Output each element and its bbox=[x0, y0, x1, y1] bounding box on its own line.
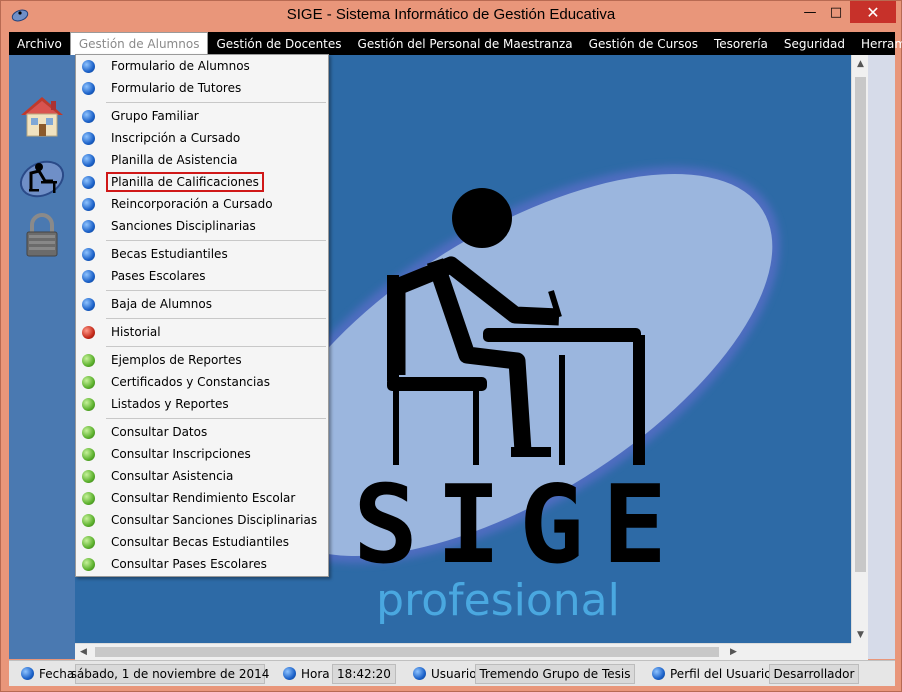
green-bullet-icon bbox=[82, 353, 95, 367]
app-window: SIGE - Sistema Informático de Gestión Ed… bbox=[0, 0, 902, 692]
scroll-up-icon[interactable]: ▲ bbox=[852, 55, 869, 72]
blue-bullet-icon bbox=[82, 109, 95, 123]
hora-value: 18:42:20 bbox=[332, 664, 396, 684]
menu-tesoreria[interactable]: Tesorería bbox=[706, 32, 776, 55]
menu-gestion-alumnos[interactable]: Gestión de Alumnos bbox=[69, 32, 209, 55]
fecha-value: sábado, 1 de noviembre de 2014 bbox=[71, 664, 269, 684]
scroll-left-icon[interactable]: ◀ bbox=[75, 644, 92, 660]
menu-item-reincorporacion-cursado[interactable]: Reincorporación a Cursado bbox=[76, 193, 328, 215]
menu-item-planilla-calificaciones[interactable]: Planilla de Calificaciones bbox=[76, 171, 328, 193]
menu-item-pases-escolares[interactable]: Pases Escolares bbox=[76, 265, 328, 287]
hora-label: Hora bbox=[301, 667, 330, 681]
menu-separator bbox=[106, 318, 326, 319]
menu-item-consultar-rendimiento-escolar[interactable]: Consultar Rendimiento Escolar bbox=[76, 487, 328, 509]
menu-archivo[interactable]: Archivo bbox=[9, 32, 70, 55]
menu-item-grupo-familiar[interactable]: Grupo Familiar bbox=[76, 105, 328, 127]
menu-item-consultar-inscripciones[interactable]: Consultar Inscripciones bbox=[76, 443, 328, 465]
menu-item-listados-reportes[interactable]: Listados y Reportes bbox=[76, 393, 328, 415]
menu-item-sanciones-disciplinarias[interactable]: Sanciones Disciplinarias bbox=[76, 215, 328, 237]
window-title: SIGE - Sistema Informático de Gestión Ed… bbox=[286, 6, 616, 23]
menu-gestion-personal-maestranza[interactable]: Gestión del Personal de Maestranza bbox=[350, 32, 581, 55]
home-icon[interactable] bbox=[17, 93, 67, 141]
scroll-right-icon[interactable]: ▶ bbox=[725, 644, 742, 660]
scroll-down-icon[interactable]: ▼ bbox=[852, 626, 869, 643]
menu-item-consultar-asistencia[interactable]: Consultar Asistencia bbox=[76, 465, 328, 487]
blue-bullet-icon bbox=[82, 59, 95, 73]
menu-item-consultar-sanciones-disciplinarias[interactable]: Consultar Sanciones Disciplinarias bbox=[76, 509, 328, 531]
perfil-status-icon bbox=[652, 667, 665, 680]
green-bullet-icon bbox=[82, 535, 95, 549]
green-bullet-icon bbox=[82, 557, 95, 571]
menu-seguridad[interactable]: Seguridad bbox=[776, 32, 853, 55]
blue-bullet-icon bbox=[82, 297, 95, 311]
menu-item-formulario-alumnos[interactable]: Formulario de Alumnos bbox=[76, 55, 328, 77]
blue-bullet-icon bbox=[82, 247, 95, 261]
menu-item-consultar-becas-estudiantiles[interactable]: Consultar Becas Estudiantiles bbox=[76, 531, 328, 553]
menu-item-consultar-pases-escolares[interactable]: Consultar Pases Escolares bbox=[76, 553, 328, 575]
menu-bar: Archivo Gestión de Alumnos Gestión de Do… bbox=[9, 32, 902, 55]
usuario-label: Usuario bbox=[431, 667, 477, 681]
blue-bullet-icon bbox=[82, 131, 95, 145]
logo-subtitle: profesional bbox=[376, 575, 620, 626]
gestion-alumnos-dropdown: Formulario de Alumnos Formulario de Tuto… bbox=[75, 54, 329, 577]
menu-item-historial[interactable]: Historial bbox=[76, 321, 328, 343]
menu-separator bbox=[106, 240, 326, 241]
menu-gestion-docentes[interactable]: Gestión de Docentes bbox=[208, 32, 349, 55]
menu-separator bbox=[106, 346, 326, 347]
padlock-icon[interactable] bbox=[17, 211, 67, 259]
usuario-value: Tremendo Grupo de Tesis bbox=[475, 664, 635, 684]
hora-status-icon bbox=[283, 667, 296, 680]
menu-item-becas-estudiantiles[interactable]: Becas Estudiantiles bbox=[76, 243, 328, 265]
menu-herramientas[interactable]: Herramientas bbox=[853, 32, 902, 55]
horizontal-scrollbar[interactable]: ◀ ▶ bbox=[75, 643, 851, 660]
maximize-button[interactable]: □ bbox=[823, 1, 849, 23]
red-bullet-icon bbox=[82, 325, 95, 339]
student-desk-icon[interactable] bbox=[17, 153, 67, 201]
menu-separator bbox=[106, 418, 326, 419]
perfil-label: Perfil del Usuario bbox=[670, 667, 772, 681]
menu-item-baja-alumnos[interactable]: Baja de Alumnos bbox=[76, 293, 328, 315]
menu-separator bbox=[106, 290, 326, 291]
vertical-scrollbar[interactable]: ▲ ▼ bbox=[851, 55, 868, 643]
blue-bullet-icon bbox=[82, 219, 95, 233]
scroll-corner bbox=[851, 643, 868, 660]
fecha-status-icon bbox=[21, 667, 34, 680]
blue-bullet-icon bbox=[82, 153, 95, 167]
vertical-scroll-thumb[interactable] bbox=[855, 77, 866, 572]
horizontal-scroll-thumb[interactable] bbox=[95, 647, 719, 657]
green-bullet-icon bbox=[82, 513, 95, 527]
logo-wordmark: SIGE bbox=[353, 463, 685, 588]
usuario-status-icon bbox=[413, 667, 426, 680]
status-bar: Fecha sábado, 1 de noviembre de 2014 Hor… bbox=[9, 660, 895, 686]
menu-gestion-cursos[interactable]: Gestión de Cursos bbox=[581, 32, 706, 55]
menu-item-inscripcion-cursado[interactable]: Inscripción a Cursado bbox=[76, 127, 328, 149]
minimize-button[interactable]: — bbox=[797, 1, 823, 23]
menu-separator bbox=[106, 102, 326, 103]
left-toolbar bbox=[9, 55, 75, 659]
perfil-value: Desarrollador bbox=[769, 664, 859, 684]
fecha-label: Fecha bbox=[39, 667, 75, 681]
green-bullet-icon bbox=[82, 375, 95, 389]
menu-item-certificados-constancias[interactable]: Certificados y Constancias bbox=[76, 371, 328, 393]
blue-bullet-icon bbox=[82, 81, 95, 95]
menu-item-consultar-datos[interactable]: Consultar Datos bbox=[76, 421, 328, 443]
menu-item-planilla-asistencia[interactable]: Planilla de Asistencia bbox=[76, 149, 328, 171]
green-bullet-icon bbox=[82, 469, 95, 483]
blue-bullet-icon bbox=[82, 197, 95, 211]
title-bar[interactable]: SIGE - Sistema Informático de Gestión Ed… bbox=[1, 1, 901, 32]
menu-item-ejemplos-reportes[interactable]: Ejemplos de Reportes bbox=[76, 349, 328, 371]
close-button[interactable]: ✕ bbox=[850, 1, 896, 23]
menu-item-formulario-tutores[interactable]: Formulario de Tutores bbox=[76, 77, 328, 99]
blue-bullet-icon bbox=[82, 269, 95, 283]
green-bullet-icon bbox=[82, 491, 95, 505]
blue-bullet-icon bbox=[82, 175, 95, 189]
green-bullet-icon bbox=[82, 447, 95, 461]
green-bullet-icon bbox=[82, 397, 95, 411]
green-bullet-icon bbox=[82, 425, 95, 439]
